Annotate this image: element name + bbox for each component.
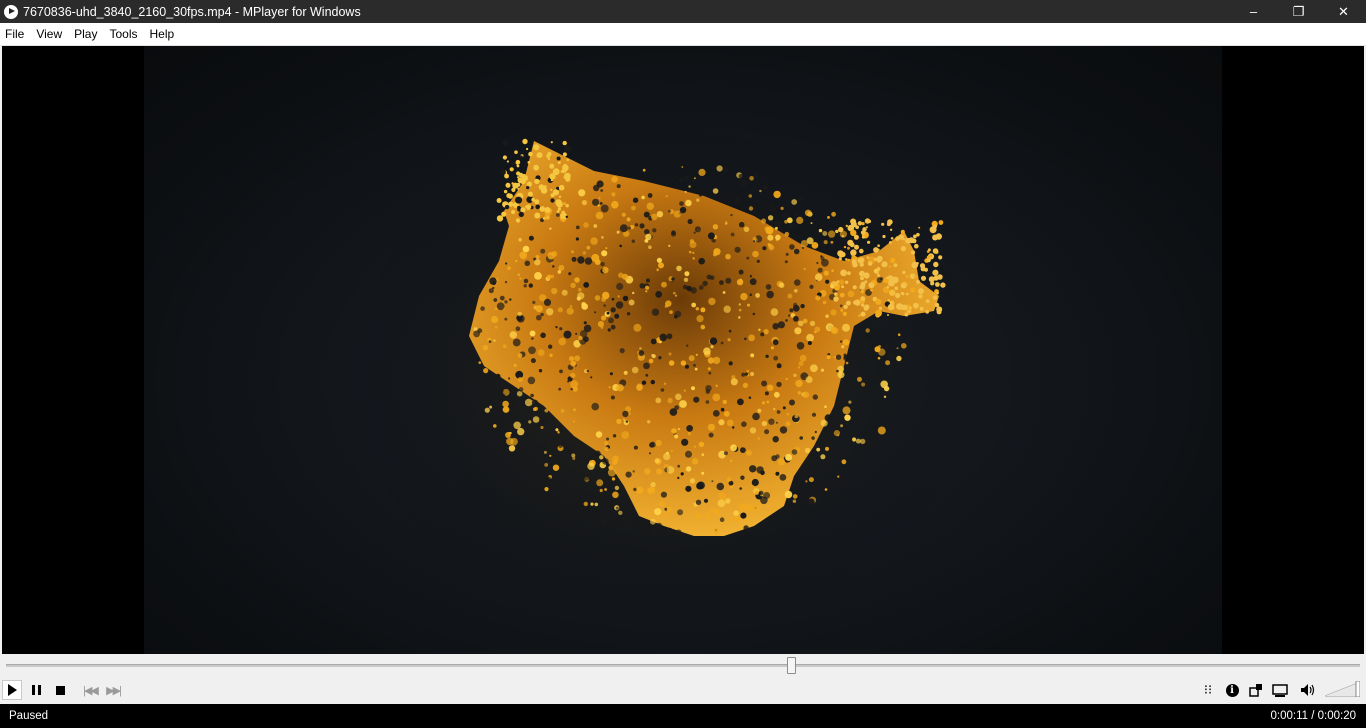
- particle-blob-image: [334, 116, 994, 636]
- menu-view[interactable]: View: [31, 23, 67, 45]
- minimize-button[interactable]: –: [1231, 0, 1276, 23]
- pause-button[interactable]: [26, 680, 46, 700]
- menu-play[interactable]: Play: [69, 23, 102, 45]
- playback-state: Paused: [9, 710, 49, 722]
- seek-thumb[interactable]: [787, 657, 796, 674]
- pause-icon: [31, 685, 41, 695]
- fullscreen-icon: [1249, 684, 1262, 697]
- menu-bar: File View Play Tools Help: [0, 23, 1366, 46]
- title-bar: 7670836-uhd_3840_2160_30fps.mp4 - MPlaye…: [0, 0, 1366, 23]
- window-controls: – ❐ ✕: [1231, 0, 1366, 23]
- menu-file[interactable]: File: [0, 23, 29, 45]
- play-icon: [7, 684, 17, 696]
- video-frame: [144, 46, 1222, 654]
- stop-button[interactable]: [50, 680, 70, 700]
- menu-help[interactable]: Help: [145, 23, 180, 45]
- close-button[interactable]: ✕: [1321, 0, 1366, 23]
- maximize-button[interactable]: ❐: [1276, 0, 1321, 23]
- display-button[interactable]: [1270, 680, 1290, 700]
- time-display: 0:00:11 / 0:00:20: [1270, 710, 1356, 722]
- play-button[interactable]: [2, 680, 22, 700]
- stop-icon: [55, 685, 65, 695]
- display-icon: [1272, 683, 1288, 697]
- seek-bar[interactable]: [0, 655, 1366, 677]
- previous-button[interactable]: |◀◀: [80, 680, 100, 700]
- info-icon: i: [1225, 683, 1239, 697]
- volume-thumb[interactable]: [1355, 681, 1360, 697]
- playlist-icon: ⁝⁝: [1203, 682, 1213, 697]
- mute-button[interactable]: [1298, 680, 1318, 700]
- next-button[interactable]: ▶▶|: [103, 680, 123, 700]
- menu-tools[interactable]: Tools: [104, 23, 142, 45]
- window-title: 7670836-uhd_3840_2160_30fps.mp4 - MPlaye…: [23, 4, 361, 19]
- volume-slider[interactable]: [1325, 681, 1360, 697]
- fullscreen-button[interactable]: [1246, 680, 1266, 700]
- seek-track[interactable]: [6, 664, 1360, 667]
- next-icon: ▶▶|: [106, 684, 122, 697]
- control-bar: |◀◀ ▶▶| ⁝⁝ i: [0, 677, 1366, 703]
- status-bar: Paused 0:00:11 / 0:00:20: [0, 704, 1366, 728]
- video-display[interactable]: [2, 46, 1364, 654]
- mplayer-app-icon[interactable]: [4, 4, 18, 19]
- previous-icon: |◀◀: [83, 684, 99, 697]
- info-button[interactable]: i: [1222, 680, 1242, 700]
- volume-icon: [1301, 684, 1315, 696]
- playlist-button[interactable]: ⁝⁝: [1198, 680, 1218, 700]
